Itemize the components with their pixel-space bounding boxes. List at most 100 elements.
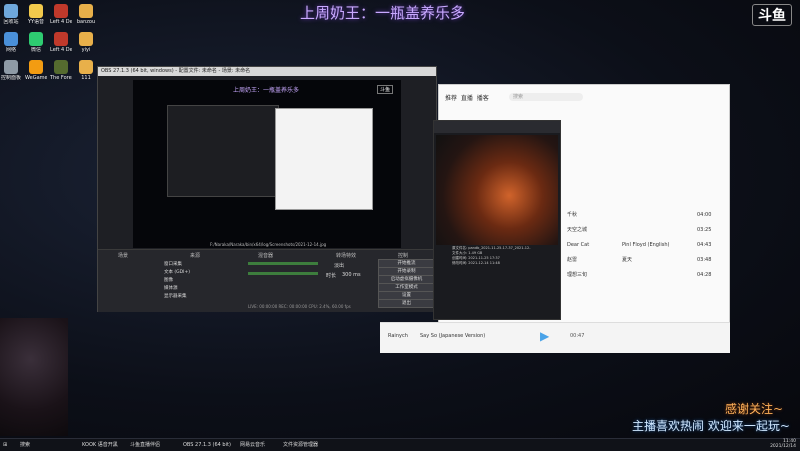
source-item[interactable]: 媒体源 — [164, 285, 178, 291]
desktop-icon-label: YY语音 — [27, 19, 45, 25]
control-panel-icon — [4, 60, 18, 74]
song-time: 03:25 — [697, 227, 712, 233]
source-item[interactable]: 窗口采集 — [164, 261, 182, 267]
player-time: 00:47 — [570, 333, 585, 339]
obs-titlebar[interactable]: OBS 27.1.3 (64 bit, windows) - 配置文件: 未命名… — [98, 67, 436, 76]
song-row[interactable]: 天空之城 03:25 — [567, 225, 717, 235]
preview-nested-window — [167, 105, 279, 197]
now-playing-artist: Rainych — [388, 333, 408, 339]
song-time: 04:00 — [697, 212, 712, 218]
desktop-icon[interactable]: YY语音 — [25, 4, 47, 25]
music-nav: 推荐 直播 播客 — [445, 93, 489, 102]
obs-docks: 场景 来源 混音器 转场特效 控制 窗口采集 文本 (GDI+) 图像 媒体源 显示器采… — [98, 249, 436, 312]
webcam-feed — [0, 318, 68, 436]
clock-date: 2021/12/14 — [770, 444, 796, 449]
taskbar-item[interactable]: 文件资源管理器 — [283, 440, 318, 450]
wegame-icon — [29, 60, 43, 74]
song-time: 03:48 — [697, 257, 712, 263]
mixer-meter — [248, 272, 318, 275]
thanks-overlay: 感谢关注~ — [725, 402, 784, 416]
desktop-icon[interactable]: 微信 — [25, 32, 47, 53]
desktop-icon[interactable]: 控制面板 — [0, 60, 22, 81]
song-row[interactable]: 赵雷 夏天 03:48 — [567, 255, 717, 265]
music-player-bar[interactable]: Rainych Say So (Japanese Version) ▶ 00:4… — [380, 322, 730, 353]
song-title: 天空之城 — [567, 227, 588, 233]
song-title: Dear Cat — [567, 242, 590, 248]
desktop-icon[interactable]: Left 4 Dead 2 — [50, 32, 72, 53]
desktop-icon[interactable]: The Forest — [50, 60, 72, 81]
play-icon[interactable]: ▶ — [540, 329, 549, 343]
nav-tab[interactable]: 推荐 — [445, 95, 457, 102]
obs-preview-canvas[interactable]: 上周奶王：一瓶盖养乐多 斗鱼 — [133, 80, 401, 248]
controls-header: 控制 — [398, 253, 409, 259]
desktop-icon-label: banzou — [76, 19, 96, 25]
desktop-icon-label: 111 — [81, 75, 91, 81]
popup-titlebar[interactable] — [434, 121, 560, 133]
popup-artwork — [436, 135, 558, 245]
control-button[interactable]: 退出 — [378, 299, 435, 308]
duration-label: 时长 — [326, 273, 337, 279]
taskbar-item[interactable]: 网易云音乐 — [240, 440, 265, 450]
taskbar: ⊞ 搜索 KOOK 语音开黑 斗鱼直播伴侣 OBS 27.1.3 (64 bit) 网易… — [0, 438, 800, 451]
sources-header: 来源 — [190, 253, 201, 259]
desktop-icon[interactable]: 网络 — [0, 32, 22, 53]
desktop-icon[interactable]: 111 — [75, 60, 97, 81]
source-item[interactable]: 图像 — [164, 277, 173, 283]
desktop-icon-label: WeGame — [25, 75, 47, 81]
nav-tab[interactable]: 直播 — [461, 95, 473, 102]
stream-title: 上周奶王：一瓶盖养乐多 — [300, 4, 466, 22]
douyu-logo: 斗鱼 — [752, 4, 792, 26]
source-item[interactable]: 文本 (GDI+) — [164, 269, 190, 275]
status-bar: LIVE: 00:00:00 REC: 00:00:00 CPU: 2.4%, … — [248, 304, 351, 309]
desktop-icon[interactable]: Left 4 Dead — [50, 4, 72, 25]
desktop-icon[interactable]: WeGame — [25, 60, 47, 81]
obs-window[interactable]: OBS 27.1.3 (64 bit, windows) - 配置文件: 未命名… — [97, 66, 437, 312]
music-search-input[interactable]: 搜索 — [509, 93, 583, 101]
desktop-icon-label: 回收站 — [3, 19, 19, 25]
taskbar-item[interactable]: 搜索 — [20, 440, 30, 450]
taskbar-item[interactable]: 斗鱼直播伴侣 — [130, 440, 160, 450]
taskbar-clock[interactable]: 11:40 2021/12/14 — [770, 439, 796, 449]
desktop-icon-label: yiyi — [81, 47, 91, 53]
folder-icon — [79, 4, 93, 18]
transitions-header: 转场特效 — [336, 253, 357, 259]
desktop-icon[interactable]: 回收站 — [0, 4, 22, 25]
song-title: 赵雷 — [567, 257, 578, 263]
song-time: 04:43 — [697, 242, 712, 248]
taskbar-item[interactable]: OBS 27.1.3 (64 bit) — [183, 440, 231, 450]
song-row[interactable]: 理想三旬 04:28 — [567, 270, 717, 280]
now-playing-title: Say So (Japanese Version) — [420, 333, 486, 339]
preview-logo: 斗鱼 — [376, 85, 393, 94]
info-line: 修改时间: 2021-12-14 11:48 — [452, 261, 500, 265]
desktop-icon-label: Left 4 Dead 2 — [50, 47, 72, 53]
song-row[interactable]: Dear Cat Pinl Floyd (English) 04:43 — [567, 240, 717, 250]
song-artist: Pinl Floyd (English) — [622, 242, 670, 248]
left4dead-icon — [54, 4, 68, 18]
popup-info: 原文件名: pandb_2021-11-25-17-37_2021-12- 文件大… — [452, 246, 542, 298]
folder-icon — [79, 32, 93, 46]
taskbar-item[interactable]: KOOK 语音开黑 — [82, 440, 118, 450]
desktop-icon[interactable]: yiyi — [75, 32, 97, 53]
screenshot-path: F:/Naraka/Naraka/bin/x64/log/Screenshots… — [210, 242, 327, 247]
welcome-overlay: 主播喜欢热闹 欢迎来一起玩~ — [632, 419, 790, 433]
desktop-icon-label: The Forest — [50, 75, 72, 81]
folder-icon — [79, 60, 93, 74]
song-title: 千秋 — [567, 212, 578, 218]
desktop-icon[interactable]: banzou — [75, 4, 97, 25]
yy-icon — [29, 4, 43, 18]
song-row[interactable]: 千秋 04:00 — [567, 210, 717, 220]
song-artist: 夏天 — [622, 257, 633, 263]
wechat-icon — [29, 32, 43, 46]
mixer-header: 混音器 — [258, 253, 274, 259]
nav-tab[interactable]: 播客 — [477, 95, 489, 102]
mixer-meter — [248, 262, 318, 265]
duration-field[interactable]: 300 ms — [342, 272, 361, 278]
network-icon — [4, 32, 18, 46]
preview-stream-title: 上周奶王：一瓶盖养乐多 — [233, 87, 300, 94]
source-item[interactable]: 显示器采集 — [164, 293, 187, 299]
video-info-popup[interactable]: 原文件名: pandb_2021-11-25-17-37_2021-12- 文件大… — [433, 120, 561, 320]
song-time: 04:28 — [697, 272, 712, 278]
start-icon[interactable]: ⊞ — [3, 440, 7, 450]
transition-select[interactable]: 淡出 — [334, 262, 344, 269]
desktop-icon-label: 微信 — [30, 47, 41, 53]
